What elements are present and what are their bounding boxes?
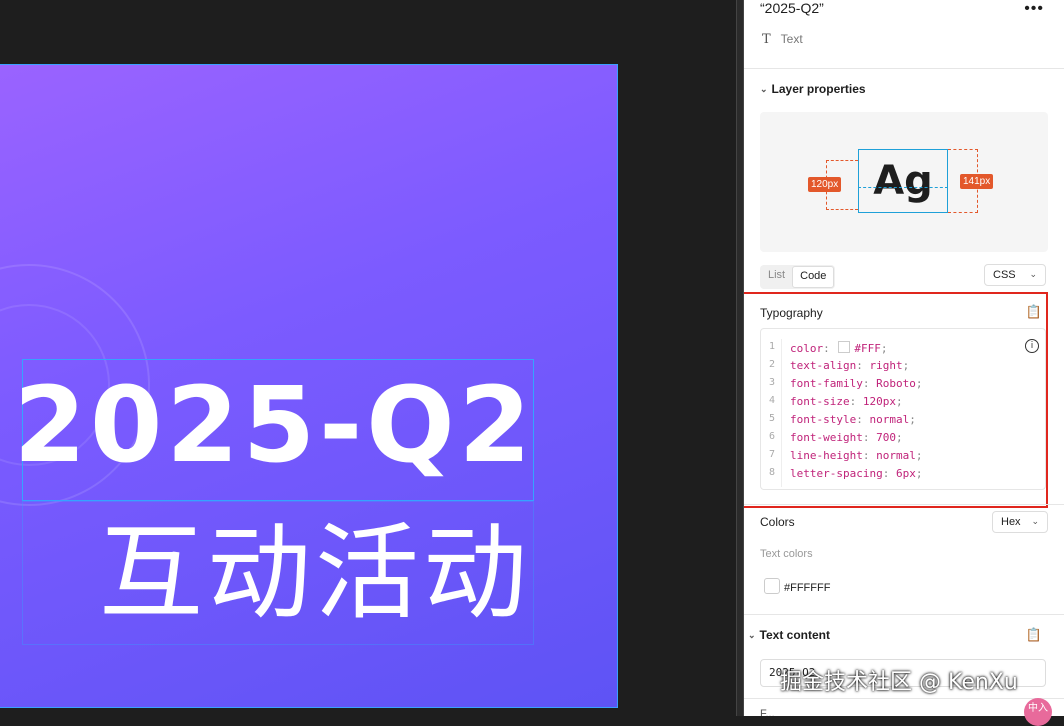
code-line: color: #FFF;	[790, 341, 888, 355]
layer-type: T Text	[762, 32, 803, 47]
css-property: font-family	[790, 377, 863, 390]
typography-code-block[interactable]: 12345678 i color: #FFF; text-align: right…	[760, 328, 1046, 490]
css-property: font-size	[790, 395, 850, 408]
section-divider	[744, 504, 1064, 505]
punctuation: :	[856, 413, 870, 426]
code-language-value: CSS	[993, 269, 1016, 281]
punctuation: ;	[915, 449, 923, 462]
section-divider	[744, 614, 1064, 615]
text-colors-subtitle: Text colors	[760, 548, 813, 560]
info-icon[interactable]: i	[1025, 339, 1039, 353]
line-number: 2	[769, 359, 776, 370]
punctuation: ;	[895, 395, 903, 408]
clipboard-icon[interactable]: 📋	[1026, 627, 1042, 643]
css-property: font-weight	[790, 431, 863, 444]
layer-properties-header[interactable]: ⌄ Layer properties	[760, 82, 866, 96]
css-property: letter-spacing	[790, 467, 883, 480]
colors-title: Colors	[760, 515, 795, 529]
color-swatch	[838, 341, 851, 353]
punctuation: :	[882, 467, 896, 480]
color-value: #FFFFFF	[784, 582, 831, 594]
code-line: font-weight: 700;	[790, 431, 903, 444]
color-format-select[interactable]: Hex ⌄	[992, 511, 1048, 533]
layer-header: “2025-Q2” ••• T Text	[744, 0, 1064, 69]
line-number: 4	[769, 395, 776, 406]
css-property: line-height	[790, 449, 863, 462]
line-number: 3	[769, 377, 776, 388]
punctuation: ;	[915, 377, 923, 390]
css-value: 120px	[862, 395, 896, 408]
avatar[interactable]: 中入	[1024, 698, 1052, 726]
code-line: font-style: normal;	[790, 413, 916, 426]
layer-properties-title: Layer properties	[771, 82, 866, 96]
punctuation: ;	[909, 413, 916, 426]
text-content-header[interactable]: ⌄ Text content	[748, 628, 830, 642]
css-value: #FFF	[854, 342, 881, 355]
preview-glyph: Ag	[858, 149, 948, 213]
line-number: 6	[769, 431, 776, 442]
headline-text[interactable]: 2025-Q2	[14, 365, 535, 485]
code-line: letter-spacing: 6px;	[790, 467, 922, 480]
punctuation: ;	[915, 467, 923, 480]
punctuation: ;	[902, 359, 910, 372]
tab-code[interactable]: Code	[792, 266, 835, 288]
chevron-down-icon: ⌄	[1031, 516, 1039, 526]
design-canvas[interactable]: 2025-Q2 互动活动	[0, 0, 736, 716]
code-line: text-align: right;	[790, 359, 909, 372]
subheadline-text[interactable]: 互动活动	[99, 503, 531, 643]
chevron-down-icon: ⌄	[760, 84, 768, 94]
css-value: 6px	[895, 467, 916, 480]
text-type-icon: T	[762, 32, 771, 47]
css-value: right	[869, 359, 903, 372]
inspect-panel: “2025-Q2” ••• T Text ⌄ Layer properties Ag…	[744, 0, 1064, 716]
panel-divider[interactable]	[736, 0, 744, 716]
css-value: 700	[876, 431, 896, 444]
css-value: normal	[869, 413, 910, 426]
chevron-down-icon: ⌄	[1029, 269, 1037, 279]
layer-name: “2025-Q2”	[760, 0, 824, 16]
css-property: font-style	[790, 413, 857, 426]
text-content-title: Text content	[759, 628, 830, 642]
section-divider	[744, 698, 1064, 699]
left-measure-badge: 120px	[808, 177, 842, 192]
line-number: 1	[769, 341, 776, 352]
punctuation: :	[849, 395, 863, 408]
ellipsis-icon[interactable]: •••	[1024, 0, 1044, 18]
artboard-frame[interactable]: 2025-Q2 互动活动	[0, 64, 618, 708]
tab-list[interactable]: List	[761, 266, 792, 288]
punctuation: ;	[880, 342, 888, 355]
right-measure-badge: 141px	[960, 174, 994, 189]
color-format-value: Hex	[1001, 516, 1021, 528]
line-number: 7	[769, 449, 776, 460]
layer-type-label: Text	[780, 32, 803, 46]
line-number-gutter: 1 2 3 4 5 6 7 8	[761, 339, 782, 487]
punctuation: :	[862, 431, 877, 444]
code-line: line-height: normal;	[790, 449, 922, 462]
punctuation: ;	[895, 431, 903, 444]
punctuation: :	[862, 377, 877, 390]
code-language-select[interactable]: CSS ⌄	[984, 264, 1046, 286]
clipboard-icon[interactable]: 📋	[1026, 304, 1042, 320]
code-line: font-size: 120px;	[790, 395, 903, 408]
text-metrics-preview: Ag 120px 141px	[760, 112, 1048, 252]
css-value: normal	[876, 449, 916, 462]
css-value: Roboto	[876, 377, 916, 390]
css-property: color	[790, 342, 824, 355]
punctuation: :	[823, 342, 837, 355]
chevron-down-icon: ⌄	[748, 630, 756, 640]
watermark-text: 掘金技术社区 @ KenXu	[780, 670, 1018, 695]
view-mode-toggle: List Code	[760, 265, 836, 289]
baseline-guide	[858, 187, 948, 188]
font-section-label: F...	[760, 708, 775, 716]
code-line: font-family: Roboto;	[790, 377, 922, 390]
typography-title: Typography	[760, 306, 823, 320]
color-swatch-row[interactable]: #FFFFFF	[764, 578, 830, 594]
line-number: 8	[769, 467, 776, 478]
punctuation: :	[856, 359, 870, 372]
color-swatch	[764, 578, 780, 594]
line-number: 5	[769, 413, 776, 424]
punctuation: :	[862, 449, 877, 462]
css-property: text-align	[790, 359, 857, 372]
